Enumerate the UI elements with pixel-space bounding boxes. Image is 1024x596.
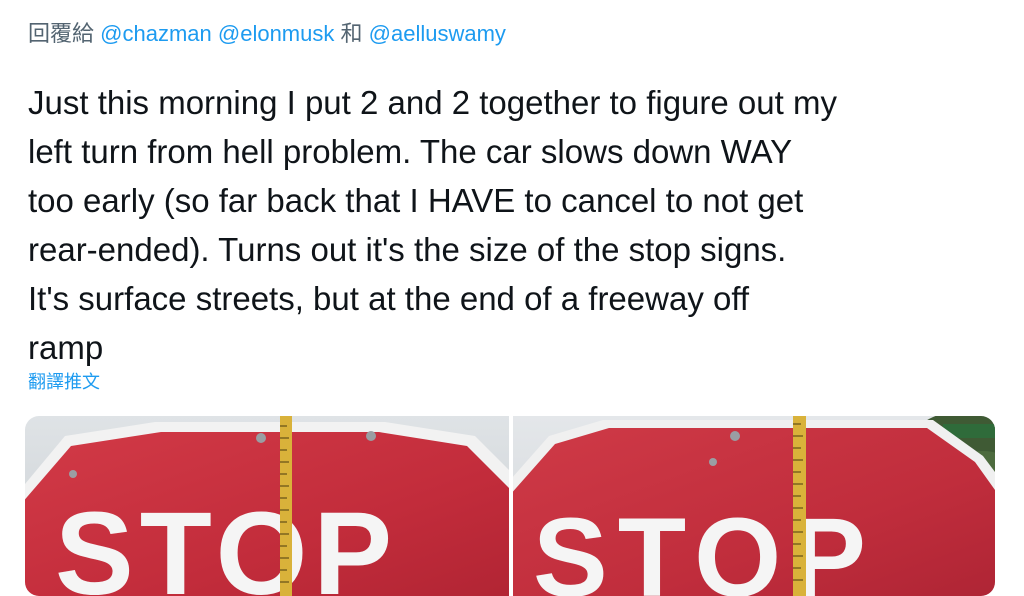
tweet-text: Just this morning I put 2 and 2 together… [28, 78, 1018, 372]
tweet-line: too early (so far back that I HAVE to ca… [28, 182, 804, 219]
mention-aelluswamy[interactable]: @aelluswamy [369, 21, 506, 46]
tweet-line: rear-ended). Turns out it's the size of … [28, 231, 787, 268]
reply-joiner: 和 [340, 21, 363, 46]
translate-tweet-link[interactable]: 翻譯推文 [28, 370, 100, 394]
sign-lettering: STOP [533, 495, 876, 596]
tweet-line: It's surface streets, but at the end of … [28, 280, 750, 317]
measuring-tape [280, 416, 292, 596]
sign-lettering: STOP [55, 488, 398, 596]
tweet-line: ramp [28, 329, 104, 366]
photo-stop-sign-right[interactable]: STOP [513, 416, 995, 596]
mention-elonmusk[interactable]: @elonmusk [218, 21, 335, 46]
reply-prefix: 回覆給 [28, 21, 95, 46]
measuring-tape [793, 416, 806, 596]
tweet-media: STOP STOP [25, 416, 995, 596]
reply-context: 回覆給 @chazman @elonmusk 和 @aelluswamy [28, 20, 506, 48]
tweet-line: left turn from hell problem. The car slo… [28, 133, 793, 170]
photo-stop-sign-left[interactable]: STOP [25, 416, 509, 596]
tweet-line: Just this morning I put 2 and 2 together… [28, 84, 837, 121]
mention-chazman[interactable]: @chazman [100, 21, 212, 46]
